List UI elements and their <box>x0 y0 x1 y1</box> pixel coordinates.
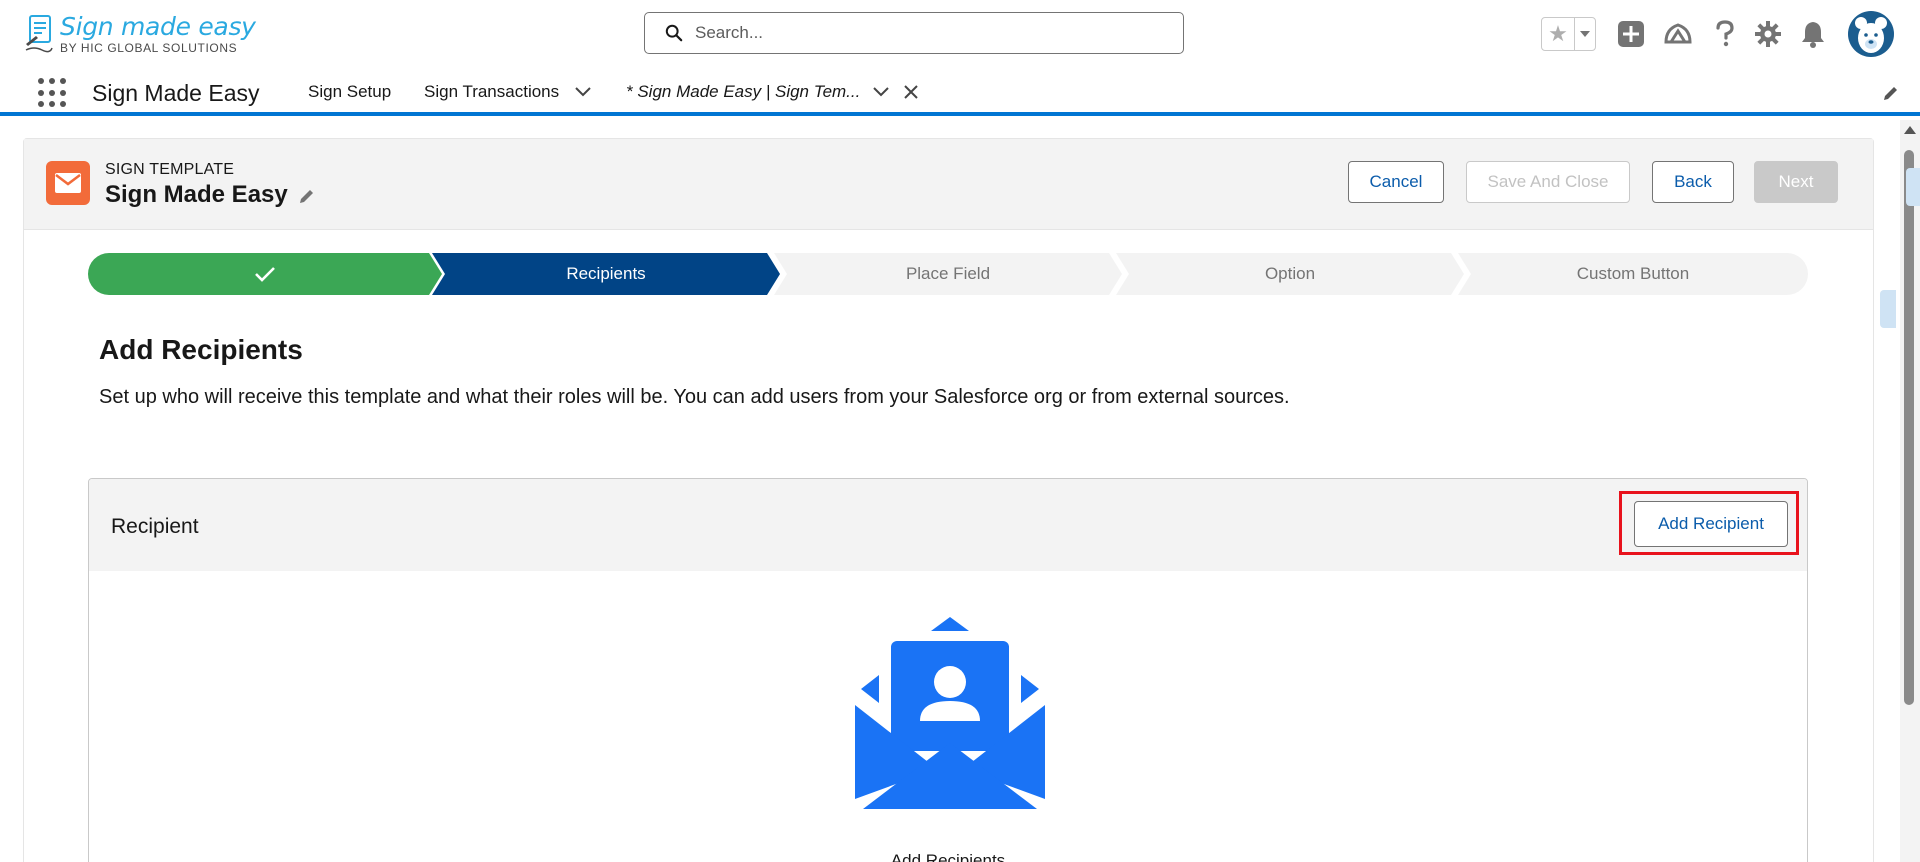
search-input[interactable] <box>695 23 1155 43</box>
recipient-card-title: Recipient <box>111 515 199 538</box>
nav-tab-sign-setup[interactable]: Sign Setup <box>308 82 391 102</box>
logo-subtitle: BY HIC GLOBAL SOLUTIONS <box>60 41 238 55</box>
app-navigation-bar: Sign Made Easy Sign Setup Sign Transacti… <box>0 68 1920 116</box>
search-icon <box>665 24 683 42</box>
path-step-label: Recipients <box>566 264 646 283</box>
recipient-card-header: Recipient Add Recipient <box>89 479 1807 571</box>
page-title: Sign Made Easy <box>105 181 288 208</box>
notification-bell-icon <box>1802 22 1824 48</box>
path-step-option[interactable]: Option <box>1116 253 1464 295</box>
scroll-up-arrow-icon[interactable] <box>1904 126 1916 134</box>
trailhead-icon <box>1664 23 1692 44</box>
add-icon <box>1618 21 1644 47</box>
favorites-group[interactable]: ★ <box>1541 17 1596 51</box>
global-search[interactable] <box>644 12 1184 54</box>
help-icon <box>1716 20 1734 47</box>
global-actions-button[interactable] <box>1614 12 1648 56</box>
global-header: Sign made easy BY HIC GLOBAL SOLUTIONS ★ <box>0 0 1920 68</box>
chevron-down-icon[interactable] <box>574 86 592 98</box>
add-recipient-button[interactable]: Add Recipient <box>1634 501 1788 547</box>
page-scrollbar[interactable] <box>1900 120 1920 862</box>
save-and-close-button[interactable]: Save And Close <box>1466 161 1630 203</box>
email-template-icon <box>46 161 90 205</box>
envelope-person-icon <box>855 617 1045 809</box>
app-name: Sign Made Easy <box>92 80 260 106</box>
next-button[interactable]: Next <box>1754 161 1838 203</box>
trailhead-button[interactable] <box>1659 12 1697 56</box>
record-type-label: SIGN TEMPLATE <box>105 161 235 178</box>
path-step-complete[interactable] <box>88 253 442 295</box>
path-step-label: Custom Button <box>1576 264 1690 283</box>
app-launcher-icon[interactable] <box>38 78 68 108</box>
bear-avatar-icon <box>1855 17 1887 53</box>
setup-button[interactable] <box>1750 12 1786 56</box>
recipient-card: Recipient Add Recipient Add Recipients <box>88 478 1808 862</box>
avatar[interactable] <box>1848 11 1894 57</box>
chevron-down-icon[interactable] <box>872 86 890 98</box>
section-description: Set up who will receive this template an… <box>99 386 1290 408</box>
help-button[interactable] <box>1708 12 1742 56</box>
path-step-label: Place Field <box>905 264 991 283</box>
side-panel-toggle[interactable] <box>1880 290 1896 328</box>
scrollbar-thumb[interactable] <box>1904 150 1914 705</box>
cancel-button[interactable]: Cancel <box>1348 161 1444 203</box>
side-panel-tab[interactable] <box>1906 168 1920 206</box>
back-button[interactable]: Back <box>1652 161 1734 203</box>
checkmark-icon <box>255 267 275 282</box>
path-step-custom-button[interactable]: Custom Button <box>1458 253 1808 295</box>
star-icon[interactable]: ★ <box>1542 18 1574 50</box>
path-step-recipients[interactable]: Recipients <box>432 253 780 295</box>
section-title: Add Recipients <box>99 334 303 365</box>
edit-nav-pencil-icon[interactable] <box>1882 84 1900 102</box>
nav-tab-sign-template-active[interactable]: * Sign Made Easy | Sign Tem... <box>626 82 860 102</box>
app-logo[interactable]: Sign made easy BY HIC GLOBAL SOLUTIONS <box>24 14 256 54</box>
favorites-menu-button[interactable] <box>1574 18 1595 50</box>
chevron-down-icon <box>1580 31 1590 37</box>
document-logo-icon <box>25 15 53 53</box>
logo-title: Sign made easy <box>60 12 256 41</box>
setup-gear-icon <box>1755 21 1781 47</box>
close-tab-icon[interactable] <box>902 83 920 101</box>
path-step-label: Option <box>1264 264 1316 283</box>
record-header: SIGN TEMPLATE Sign Made Easy Cancel Save… <box>24 139 1873 230</box>
edit-title-pencil-icon[interactable] <box>298 187 316 205</box>
path-step-place-field[interactable]: Place Field <box>774 253 1122 295</box>
nav-tab-sign-transactions[interactable]: Sign Transactions <box>424 82 559 102</box>
notifications-button[interactable] <box>1795 12 1831 56</box>
progress-path: Recipients Place Field Option Custom But… <box>88 253 1808 295</box>
empty-state-label: Add Recipients <box>890 851 1006 862</box>
